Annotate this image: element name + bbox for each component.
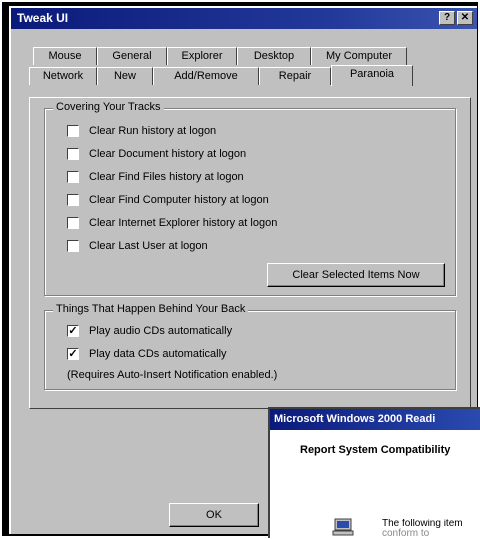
tab-paranoia[interactable]: Paranoia bbox=[331, 65, 413, 86]
title-bar[interactable]: Tweak UI ? ✕ bbox=[11, 8, 477, 29]
checkbox-clear-last-user[interactable]: Clear Last User at logon bbox=[67, 238, 208, 254]
checkbox-label: Clear Last User at logon bbox=[89, 240, 208, 252]
checkbox-label: Play audio CDs automatically bbox=[89, 325, 233, 337]
checkbox-box[interactable] bbox=[67, 217, 79, 229]
tab-explorer[interactable]: Explorer bbox=[167, 47, 237, 65]
checkbox-label: Clear Internet Explorer history at logon bbox=[89, 217, 278, 229]
checkbox-clear-document[interactable]: Clear Document history at logon bbox=[67, 146, 246, 162]
checkbox-clear-ie-history[interactable]: Clear Internet Explorer history at logon bbox=[67, 215, 277, 231]
covering-tracks-group: Covering Your Tracks Clear Run history a… bbox=[44, 101, 456, 296]
tab-add-remove[interactable]: Add/Remove bbox=[153, 67, 259, 85]
tab-mouse[interactable]: Mouse bbox=[33, 47, 97, 65]
checkbox-play-audio-cds[interactable]: ✓ Play audio CDs automatically bbox=[67, 323, 232, 339]
checkbox-box[interactable] bbox=[67, 194, 79, 206]
window-title: Tweak UI bbox=[17, 11, 69, 25]
windows-2000-readiness-window: Microsoft Windows 2000 Readi Report Syst… bbox=[268, 407, 480, 539]
requirement-note: (Requires Auto-Insert Notification enabl… bbox=[67, 369, 278, 381]
checkbox-label: Clear Run history at logon bbox=[89, 125, 217, 137]
checkbox-box[interactable] bbox=[67, 125, 79, 137]
checkbox-label: Clear Find Files history at logon bbox=[89, 171, 244, 183]
checkbox-box[interactable]: ✓ bbox=[67, 325, 79, 337]
computer-icon bbox=[332, 518, 354, 536]
tab-repair[interactable]: Repair bbox=[259, 67, 331, 85]
checkbox-clear-find-computer[interactable]: Clear Find Computer history at logon bbox=[67, 192, 269, 208]
group-legend: Things That Happen Behind Your Back bbox=[53, 303, 249, 315]
paranoia-panel: Covering Your Tracks Clear Run history a… bbox=[29, 97, 471, 409]
group-legend: Covering Your Tracks bbox=[53, 101, 164, 113]
ok-button[interactable]: OK bbox=[169, 503, 259, 527]
tab-new[interactable]: New bbox=[97, 67, 153, 85]
tab-network[interactable]: Network bbox=[29, 67, 97, 85]
tab-my-computer[interactable]: My Computer bbox=[311, 47, 407, 65]
checkbox-label: Clear Find Computer history at logon bbox=[89, 194, 269, 206]
overlay-title[interactable]: Microsoft Windows 2000 Readi bbox=[270, 409, 480, 430]
checkbox-box[interactable] bbox=[67, 171, 79, 183]
checkbox-box[interactable]: ✓ bbox=[67, 348, 79, 360]
help-button[interactable]: ? bbox=[439, 11, 455, 25]
checkbox-clear-run[interactable]: Clear Run history at logon bbox=[67, 123, 216, 139]
checkbox-clear-find-files[interactable]: Clear Find Files history at logon bbox=[67, 169, 244, 185]
checkbox-play-data-cds[interactable]: ✓ Play data CDs automatically bbox=[67, 346, 227, 362]
checkbox-box[interactable] bbox=[67, 240, 79, 252]
overlay-heading: Report System Compatibility bbox=[300, 444, 451, 456]
tab-general[interactable]: General bbox=[97, 47, 167, 65]
checkbox-label: Play data CDs automatically bbox=[89, 348, 227, 360]
close-button[interactable]: ✕ bbox=[457, 11, 473, 25]
behind-your-back-group: Things That Happen Behind Your Back ✓ Pl… bbox=[44, 303, 456, 390]
checkbox-label: Clear Document history at logon bbox=[89, 148, 247, 160]
clear-selected-items-button[interactable]: Clear Selected Items Now bbox=[267, 263, 445, 287]
checkbox-box[interactable] bbox=[67, 148, 79, 160]
overlay-body: The following item conform to bbox=[382, 519, 480, 539]
tab-desktop[interactable]: Desktop bbox=[237, 47, 311, 65]
